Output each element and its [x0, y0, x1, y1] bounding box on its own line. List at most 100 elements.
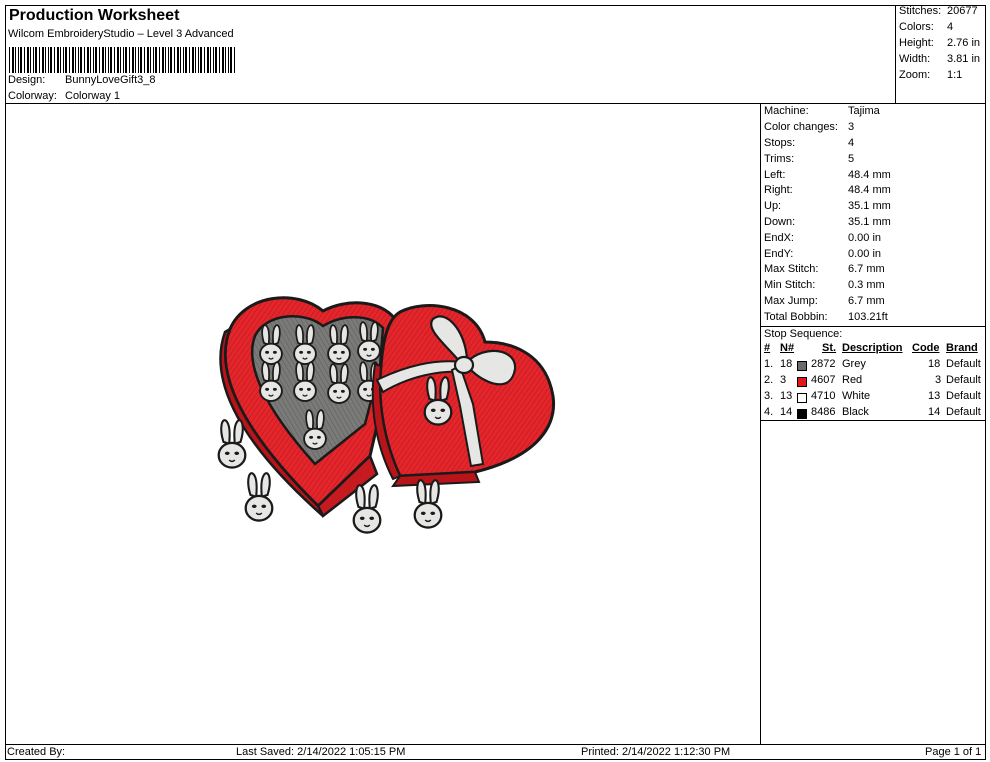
row-description: Black [842, 406, 869, 418]
info-label: EndX: [764, 232, 794, 244]
info-label: Up: [764, 200, 782, 212]
info-row: Down: 35.1 mm [764, 216, 891, 228]
row-num: 2. [764, 374, 774, 386]
info-row: Total Bobbin: 103.21ft [764, 311, 888, 323]
info-label: Min Stitch: [764, 279, 816, 291]
info-row: Trims: 5 [764, 153, 854, 165]
zoom-row: Zoom: 1:1 [899, 69, 962, 81]
row-st: 4710 [811, 390, 836, 402]
width-row: Width: 3.81 in [899, 53, 980, 65]
table-header-row: # N# St. Description Code Brand [761, 342, 986, 358]
colors-row: Colors: 4 [899, 21, 953, 33]
zoom-value: 1:1 [947, 69, 963, 81]
colorway-value: Colorway 1 [65, 90, 121, 102]
embroidery-design-image [217, 296, 556, 534]
info-value: 35.1 mm [848, 216, 891, 228]
height-row: Height: 2.76 in [899, 37, 980, 49]
colorway-label: Colorway: [8, 90, 57, 102]
width-value: 3.81 in [947, 53, 981, 65]
worksheet-header: Production Worksheet Wilcom EmbroiderySt… [5, 5, 896, 104]
row-n: 18 [780, 358, 793, 370]
info-row: EndX: 0.00 in [764, 232, 881, 244]
software-subtitle: Wilcom EmbroideryStudio – Level 3 Advanc… [8, 28, 234, 40]
row-n: 3 [780, 374, 787, 386]
summary-box: Stitches: 20677 Colors: 4 Height: 2.76 in W… [896, 5, 986, 104]
col-description-header: Description [842, 342, 903, 354]
info-value: 6.7 mm [848, 263, 885, 275]
info-label: Left: [764, 169, 786, 181]
design-label: Design: [8, 74, 46, 86]
col-code-header: Code [912, 342, 940, 354]
info-value: Tajima [848, 105, 880, 117]
row-st: 8486 [811, 406, 836, 418]
stop-sequence-title: Stop Sequence: [761, 326, 986, 340]
row-n: 13 [780, 390, 793, 402]
design-preview [5, 104, 761, 745]
page-number: Page 1 of 1 [925, 746, 982, 758]
stitches-label: Stitches: [899, 5, 942, 17]
info-label: Down: [764, 216, 796, 228]
row-code: 14 [928, 406, 941, 418]
col-num-header: # [764, 342, 771, 354]
table-divider [761, 420, 986, 421]
created-by: Created By: [7, 746, 66, 758]
row-st: 4607 [811, 374, 836, 386]
info-row: Up: 35.1 mm [764, 200, 891, 212]
row-code: 13 [928, 390, 941, 402]
info-row: Stops: 4 [764, 137, 854, 149]
row-code: 3 [935, 374, 942, 386]
row-description: Grey [842, 358, 866, 370]
design-value: BunnyLoveGift3_8 [65, 74, 156, 86]
row-brand: Default [946, 406, 981, 418]
color-swatch [797, 361, 807, 371]
row-num: 4. [764, 406, 774, 418]
row-num: 3. [764, 390, 774, 402]
info-label: Max Stitch: [764, 263, 819, 275]
row-description: White [842, 390, 871, 402]
row-n: 14 [780, 406, 793, 418]
info-row: Machine: Tajima [764, 105, 880, 117]
color-swatch [797, 409, 807, 419]
row-description: Red [842, 374, 863, 386]
table-row: 2. 3 4607 Red 3 Default [761, 374, 986, 390]
col-n-header: N# [780, 342, 795, 354]
row-brand: Default [946, 374, 981, 386]
worksheet-footer: Created By: Last Saved: 2/14/2022 1:05:1… [5, 744, 986, 760]
barcode [9, 47, 235, 73]
stitches-value: 20677 [947, 5, 978, 17]
info-value: 4 [848, 137, 855, 149]
info-label: EndY: [764, 248, 794, 260]
info-row: Left: 48.4 mm [764, 169, 891, 181]
row-brand: Default [946, 390, 981, 402]
table-row: 3. 13 4710 White 13 Default [761, 390, 986, 406]
info-label: Right: [764, 184, 793, 196]
info-value: 3 [848, 121, 855, 133]
info-label: Total Bobbin: [764, 311, 828, 323]
info-label: Color changes: [764, 121, 838, 133]
col-brand-header: Brand [946, 342, 978, 354]
row-code: 18 [928, 358, 941, 370]
info-label: Max Jump: [764, 295, 818, 307]
info-row: Right: 48.4 mm [764, 184, 891, 196]
info-value: 0.3 mm [848, 279, 885, 291]
info-row: Max Jump: 6.7 mm [764, 295, 885, 307]
info-value: 6.7 mm [848, 295, 885, 307]
info-row: Color changes: 3 [764, 121, 854, 133]
col-st-header: St. [822, 342, 837, 354]
stitches-row: Stitches: 20677 [899, 5, 978, 17]
row-num: 1. [764, 358, 774, 370]
color-swatch [797, 377, 807, 387]
info-value: 103.21ft [848, 311, 888, 323]
info-label: Trims: [764, 153, 795, 165]
design-row: Design: BunnyLoveGift3_8 [8, 74, 156, 86]
info-row: Min Stitch: 0.3 mm [764, 279, 885, 291]
width-label: Width: [899, 53, 931, 65]
info-row: EndY: 0.00 in [764, 248, 881, 260]
info-row: Max Stitch: 6.7 mm [764, 263, 885, 275]
last-saved: Last Saved: 2/14/2022 1:05:15 PM [236, 746, 406, 758]
info-label: Machine: [764, 105, 809, 117]
height-value: 2.76 in [947, 37, 981, 49]
color-swatch [797, 393, 807, 403]
table-row: 1. 18 2872 Grey 18 Default [761, 358, 986, 374]
info-value: 5 [848, 153, 855, 165]
